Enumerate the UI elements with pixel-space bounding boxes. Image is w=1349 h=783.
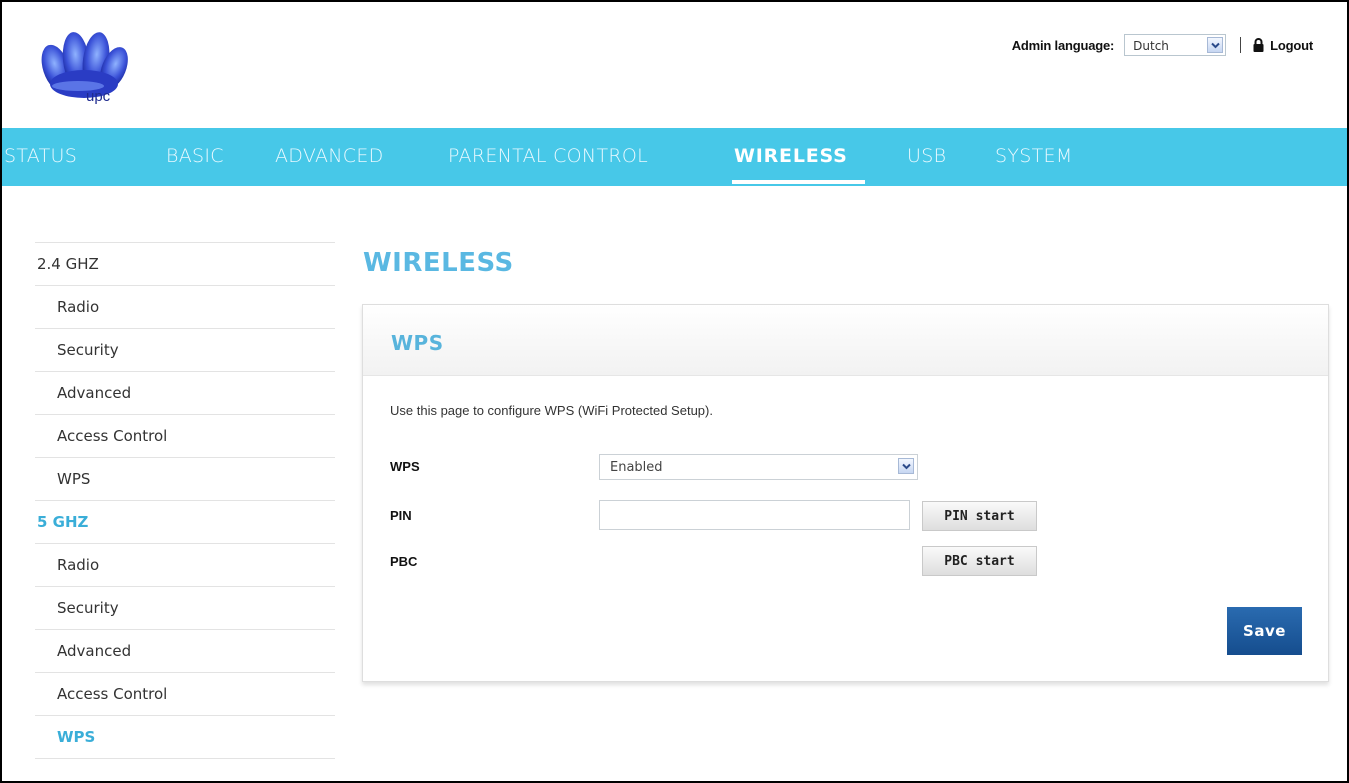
pin-start-button[interactable]: PIN start: [922, 501, 1037, 531]
header: upc Admin language: Dutch Logout: [2, 2, 1347, 128]
nav-item-status[interactable]: STATUS: [4, 145, 77, 167]
sidebar-item-security-5ghz[interactable]: Security: [35, 586, 335, 629]
nav-item-system[interactable]: SYSTEM: [995, 145, 1073, 167]
sidebar-item-advanced-2-4ghz[interactable]: Advanced: [35, 371, 335, 414]
sidebar-item-wps-5ghz[interactable]: WPS: [35, 715, 335, 758]
pbc-label: PBC: [390, 554, 418, 569]
sidebar: 2.4 GHZ Radio Security Advanced Access C…: [35, 242, 335, 760]
active-tab-indicator: [732, 180, 865, 184]
pin-label: PIN: [390, 508, 412, 523]
router-admin-page: upc Admin language: Dutch Logout STATUS …: [0, 0, 1349, 783]
sidebar-item-security-2-4ghz[interactable]: Security: [35, 328, 335, 371]
sidebar-item-radio-2-4ghz[interactable]: Radio: [35, 285, 335, 328]
chevron-down-icon[interactable]: [1207, 37, 1224, 53]
save-button[interactable]: Save: [1227, 607, 1302, 655]
panel-description: Use this page to configure WPS (WiFi Pro…: [390, 403, 713, 418]
sidebar-item-wps-2-4ghz[interactable]: WPS: [35, 457, 335, 500]
admin-language-area: Admin language: Dutch Logout: [1012, 34, 1313, 56]
wps-select-value: Enabled: [610, 460, 663, 475]
pbc-start-button[interactable]: PBC start: [922, 546, 1037, 576]
nav-item-parental-control[interactable]: PARENTAL CONTROL: [448, 145, 648, 167]
nav-item-advanced[interactable]: ADVANCED: [275, 145, 384, 167]
nav-item-usb[interactable]: USB: [907, 145, 946, 167]
wps-label: WPS: [390, 459, 420, 474]
sidebar-group-2-4ghz[interactable]: 2.4 GHZ: [35, 242, 335, 285]
sidebar-group-5ghz[interactable]: 5 GHZ: [35, 500, 335, 543]
page-title: WIRELESS: [363, 248, 514, 278]
wps-select[interactable]: Enabled: [599, 454, 918, 480]
panel-title: WPS: [391, 331, 444, 355]
separator: [1240, 37, 1242, 53]
panel-header: WPS: [363, 305, 1328, 376]
sidebar-item-access-control-5ghz[interactable]: Access Control: [35, 672, 335, 715]
sidebar-item-access-control-2-4ghz[interactable]: Access Control: [35, 414, 335, 457]
chevron-down-icon[interactable]: [898, 458, 914, 474]
pin-input[interactable]: [599, 500, 910, 530]
lock-icon: [1253, 38, 1264, 52]
nav-item-basic[interactable]: BASIC: [166, 145, 224, 167]
admin-language-select[interactable]: Dutch: [1124, 34, 1227, 56]
admin-language-label: Admin language:: [1011, 37, 1115, 53]
wps-panel: WPS Use this page to configure WPS (WiFi…: [362, 304, 1329, 682]
logout-link[interactable]: Logout: [1270, 38, 1313, 53]
nav-item-wireless[interactable]: WIRELESS: [734, 145, 848, 167]
sidebar-item-advanced-5ghz[interactable]: Advanced: [35, 629, 335, 672]
admin-language-value: Dutch: [1133, 39, 1169, 53]
sidebar-item-radio-5ghz[interactable]: Radio: [35, 543, 335, 586]
main-nav: STATUS BASIC ADVANCED PARENTAL CONTROL W…: [2, 128, 1347, 186]
logo-text: upc: [86, 88, 111, 105]
